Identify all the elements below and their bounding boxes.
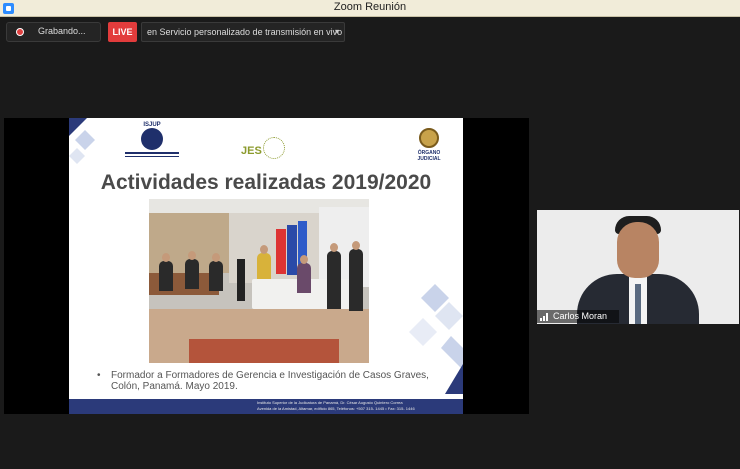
recording-label: Grabando...: [38, 26, 86, 36]
live-badge[interactable]: LIVE: [108, 22, 137, 42]
slide-footer: Instituto Superior de la Judicatura de P…: [69, 399, 463, 414]
meeting-top-bar: Grabando... LIVE en Servicio personaliza…: [0, 17, 740, 47]
footer-line-2: Avenida de la Amistad, Altamar, edificio…: [257, 406, 415, 411]
logo-rule: [125, 152, 179, 154]
person-figure: [209, 261, 223, 291]
stream-dropdown[interactable]: en Servicio personalizado de transmisión…: [141, 22, 345, 42]
flag-icon: [287, 225, 297, 275]
slide-title: Actividades realizadas 2019/2020: [100, 171, 432, 194]
presentation-slide: ISJUP JES ÓRGANO JUDICIAL Actividades re…: [69, 118, 463, 414]
person-head: [300, 255, 308, 264]
event-photo: [149, 199, 369, 363]
person-head: [330, 243, 338, 252]
person-figure: [159, 261, 173, 291]
isjup-logo: ISJUP: [123, 122, 181, 162]
record-icon: [16, 28, 24, 36]
jes-logo: JES: [241, 134, 291, 164]
person-figure: [327, 251, 341, 309]
isjup-emblem-icon: [141, 128, 163, 150]
scales-icon: [263, 137, 285, 159]
bullet-text: Formador a Formadores de Gerencia e Inve…: [111, 370, 429, 392]
chevron-down-icon: ▾: [334, 27, 339, 36]
recording-indicator[interactable]: Grabando...: [6, 22, 101, 42]
person-head: [212, 253, 220, 262]
person-head: [162, 253, 170, 262]
jes-logo-text: JES: [241, 145, 262, 157]
participant-name-bar: Carlos Moran: [537, 310, 619, 323]
person-head: [260, 245, 268, 254]
person-figure: [185, 259, 199, 289]
signal-bars-icon: [540, 313, 550, 321]
window-title: Zoom Reunión: [333, 1, 407, 13]
person-head: [188, 251, 196, 260]
person-figure: [349, 249, 363, 311]
bullet-marker: •: [97, 370, 101, 381]
person-figure: [297, 263, 311, 293]
organo-judicial-logo: ÓRGANO JUDICIAL: [415, 128, 443, 164]
participant-face: [617, 222, 659, 278]
isjup-logo-text: ISJUP: [143, 122, 161, 128]
judicial-seal-icon: [419, 128, 439, 148]
title-bar: Zoom Reunión: [0, 0, 740, 17]
slide-logos: ISJUP JES ÓRGANO JUDICIAL: [69, 122, 463, 168]
stream-label: en Servicio personalizado de transmisión…: [147, 27, 343, 37]
participant-name: Carlos Moran: [553, 311, 608, 321]
photo-carpet: [189, 339, 339, 363]
participant-tie: [635, 284, 641, 324]
organo-judicial-text: ÓRGANO JUDICIAL: [417, 150, 441, 162]
logo-rule-thin: [125, 156, 179, 157]
person-head: [352, 241, 360, 250]
participant-video[interactable]: Carlos Moran: [537, 210, 739, 324]
footer-text: Instituto Superior de la Judicatura de P…: [257, 400, 415, 412]
flag-icon: [276, 229, 286, 274]
podium: [237, 259, 245, 301]
